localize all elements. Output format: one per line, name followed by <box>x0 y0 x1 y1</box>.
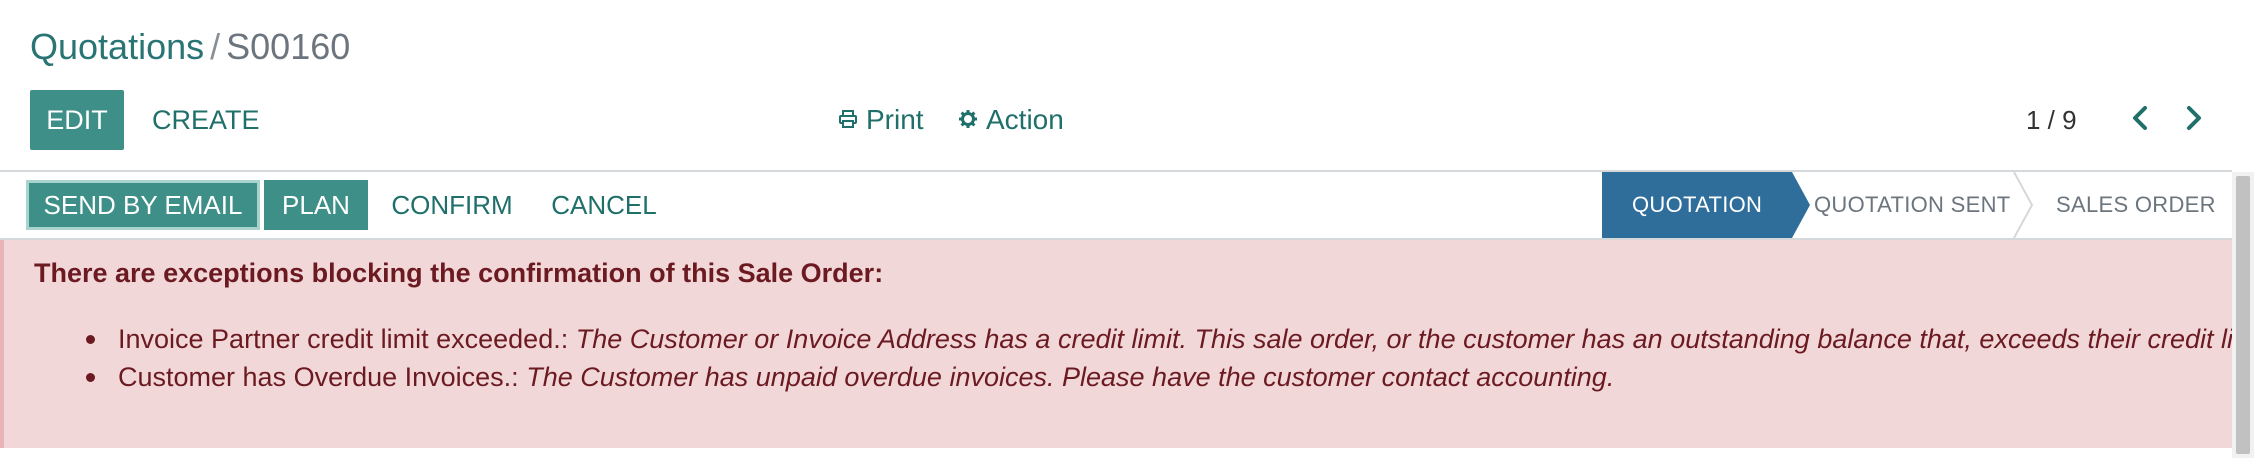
exceptions-list: Invoice Partner credit limit exceeded.: … <box>84 320 2254 396</box>
stage-quotation[interactable]: QUOTATION <box>1602 172 1792 238</box>
edit-button[interactable]: EDIT <box>30 90 124 150</box>
exception-name: Invoice Partner credit limit exceeded.: <box>118 324 569 354</box>
scrollbar-thumb[interactable] <box>2236 176 2250 454</box>
exception-name: Customer has Overdue Invoices.: <box>118 362 519 392</box>
list-item: Customer has Overdue Invoices.: The Cust… <box>84 358 2254 396</box>
exception-description: The Customer has unpaid overdue invoices… <box>526 362 1615 392</box>
exceptions-alert: There are exceptions blocking the confir… <box>0 240 2254 448</box>
stage-sales-order[interactable]: SALES ORDER <box>2056 172 2216 238</box>
breadcrumb: Quotations / S00160 <box>30 24 350 70</box>
action-label: Action <box>986 104 1064 135</box>
action-dropdown[interactable]: Action <box>958 96 1064 144</box>
stage-separator <box>2013 172 2034 238</box>
gear-icon <box>958 104 978 136</box>
pager-next-button[interactable] <box>2176 100 2212 140</box>
send-by-email-button[interactable]: SEND BY EMAIL <box>26 180 260 230</box>
exception-description: The Customer or Invoice Address has a cr… <box>575 324 2254 354</box>
create-button[interactable]: CREATE <box>152 90 260 150</box>
print-dropdown[interactable]: Print <box>838 96 924 144</box>
plan-button[interactable]: PLAN <box>264 180 368 230</box>
confirm-button[interactable]: CONFIRM <box>391 180 512 230</box>
printer-icon <box>838 104 858 136</box>
breadcrumb-current: S00160 <box>226 26 351 67</box>
list-item: Invoice Partner credit limit exceeded.: … <box>84 320 2254 358</box>
chevron-right-icon <box>2185 105 2203 136</box>
pager-previous-button[interactable] <box>2122 100 2158 140</box>
bullet-icon <box>86 373 95 382</box>
pager-value[interactable]: 1 / 9 <box>2026 100 2077 140</box>
cancel-button[interactable]: CANCEL <box>551 180 656 230</box>
stage-quotation-arrow <box>1792 172 1810 238</box>
breadcrumb-quotations-link[interactable]: Quotations <box>30 26 204 67</box>
statusbar: SEND BY EMAIL PLAN CONFIRM CANCEL QUOTAT… <box>0 170 2232 240</box>
stage-quotation-sent[interactable]: QUOTATION SENT <box>1814 172 2011 238</box>
scrollbar[interactable] <box>2232 172 2254 458</box>
chevron-left-icon <box>2131 105 2149 136</box>
print-label: Print <box>866 104 924 135</box>
bullet-icon <box>86 335 95 344</box>
breadcrumb-separator: / <box>210 26 221 67</box>
alert-title: There are exceptions blocking the confir… <box>34 258 884 288</box>
